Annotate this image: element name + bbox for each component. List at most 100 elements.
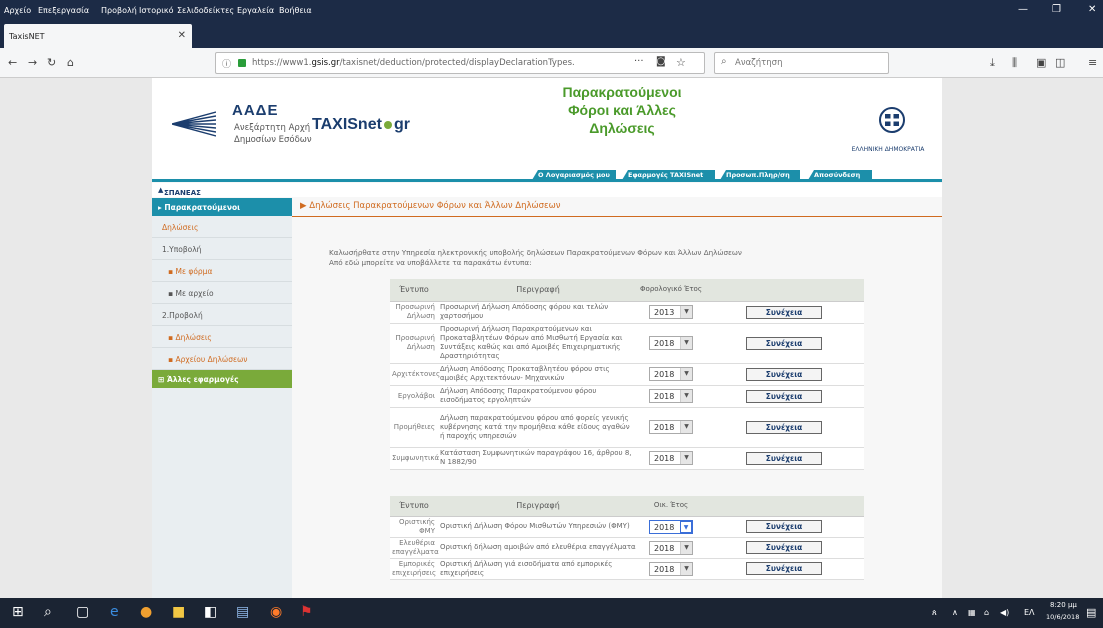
forward-icon[interactable]: → bbox=[28, 56, 37, 69]
language-indicator[interactable]: ΕΛ bbox=[1024, 608, 1035, 617]
close-tab-icon[interactable]: ✕ bbox=[178, 30, 186, 41]
home-icon[interactable]: ⌂ bbox=[67, 56, 74, 69]
info-icon[interactable]: ⓘ bbox=[222, 57, 231, 70]
year-select[interactable]: 2018 ▼ bbox=[649, 540, 693, 555]
sidebar-item-view-declarations[interactable]: ▪ Δηλώσεις bbox=[152, 326, 292, 348]
sidebar-item-with-form[interactable]: ▪ Με φόρμα bbox=[152, 260, 292, 282]
continue-button[interactable]: Συνέχεια bbox=[746, 367, 822, 381]
sidebar-icon[interactable]: ◫ bbox=[1055, 56, 1065, 69]
clock-time[interactable]: 8:20 μμ bbox=[1050, 601, 1077, 609]
year-select[interactable]: 2013 ▼ bbox=[649, 305, 693, 319]
bookmark-star-icon[interactable]: ☆ bbox=[676, 56, 686, 69]
year-select[interactable]: 2018 ▼ bbox=[649, 420, 693, 434]
site-title-line-2: Φόροι και Άλλες bbox=[568, 102, 676, 118]
page-title: ▶ Δηλώσεις Παρακρατούμενων Φόρων και Άλλ… bbox=[300, 201, 561, 211]
year-select[interactable]: 2018 ▼ bbox=[649, 561, 693, 576]
table1-row: Προσωρινή Δήλωση Προσωρινή Δήλωση Παρακρα… bbox=[390, 323, 864, 364]
chrome-icon[interactable]: ● bbox=[140, 604, 152, 620]
menu-tools[interactable]: Εργαλεία bbox=[237, 6, 274, 15]
search-icon[interactable]: ⌕ bbox=[44, 604, 52, 620]
forms-table-2: Έντυπο Περιγραφή Οικ. Έτος Οριστικής ΦΜΥ… bbox=[390, 496, 864, 580]
clock-date[interactable]: 10/6/2018 bbox=[1046, 613, 1079, 621]
chevron-down-icon: ▼ bbox=[680, 520, 692, 533]
aade-logo-icon bbox=[172, 106, 216, 142]
year-select[interactable]: 2018 ▼ bbox=[649, 519, 693, 534]
sidebar-item-declarations[interactable]: Δηλώσεις bbox=[152, 216, 292, 238]
battery-icon[interactable]: ⌂ bbox=[984, 608, 989, 617]
continue-button[interactable]: Συνέχεια bbox=[746, 305, 822, 319]
menu-help[interactable]: Βοήθεια bbox=[279, 6, 312, 15]
continue-button[interactable]: Συνέχεια bbox=[746, 541, 822, 554]
close-icon[interactable]: ✕ bbox=[1088, 4, 1096, 15]
chevron-down-icon: ▼ bbox=[680, 421, 692, 433]
year-select[interactable]: 2018 ▼ bbox=[649, 336, 693, 350]
continue-button[interactable]: Συνέχεια bbox=[746, 389, 822, 403]
library-icon[interactable]: ⫼ bbox=[1012, 56, 1017, 70]
url-text[interactable]: https://www1.gsis.gr/taxisnet/deduction/… bbox=[252, 58, 662, 68]
notifications-icon[interactable]: ▤ bbox=[1086, 606, 1096, 619]
taxisnet-logo: TAXISnet gr bbox=[312, 116, 410, 133]
chevron-down-icon: ▼ bbox=[680, 368, 692, 380]
outlook-icon[interactable]: ▤ bbox=[236, 604, 249, 620]
search-box[interactable]: ⌕ Αναζήτηση bbox=[714, 52, 889, 74]
file-explorer-icon[interactable]: ■ bbox=[172, 604, 185, 620]
maximize-icon[interactable]: ❐ bbox=[1052, 4, 1061, 15]
nav-bar: ← → ↻ ⌂ ⓘ https://www1.gsis.gr/taxisnet/… bbox=[0, 48, 1103, 78]
site-header: ΑΑΔΕ Ανεξάρτητη Αρχή Δημοσίων Εσόδων TAX… bbox=[152, 78, 942, 170]
menu-view[interactable]: Προβολή bbox=[101, 6, 137, 15]
year-select[interactable]: 2018 ▼ bbox=[649, 451, 693, 465]
sidebar: ▸ Παρακρατούμενοι Δηλώσεις 1.Υποβολή ▪ Μ… bbox=[152, 198, 292, 598]
year-select[interactable]: 2018 ▼ bbox=[649, 389, 693, 403]
sidebar-item-with-file[interactable]: ▪ Με αρχείο bbox=[152, 282, 292, 304]
menu-icon[interactable]: ≡ bbox=[1088, 56, 1097, 69]
extension-icon[interactable]: ▣ bbox=[1036, 56, 1046, 69]
browser-viewport: ΑΑΔΕ Ανεξάρτητη Αρχή Δημοσίων Εσόδων TAX… bbox=[0, 78, 1103, 598]
back-icon[interactable]: ← bbox=[8, 56, 17, 69]
continue-button[interactable]: Συνέχεια bbox=[746, 420, 822, 434]
firefox-icon[interactable]: ◉ bbox=[270, 604, 282, 620]
lock-icon bbox=[238, 59, 246, 67]
menu-bookmarks[interactable]: Σελιδοδείκτες bbox=[177, 6, 234, 15]
form-description: Κατάσταση Συμφωνητικών παραγράφου 16, άρ… bbox=[438, 447, 638, 470]
hellenic-republic-label: ΕΛΛΗΝΙΚΗ ΔΗΜΟΚΡΑΤΙΑ bbox=[851, 146, 925, 153]
minimize-icon[interactable]: — bbox=[1018, 4, 1028, 15]
browser-tab[interactable]: TaxisNET ✕ bbox=[4, 24, 192, 48]
tray-up-icon[interactable]: ∧ bbox=[952, 608, 958, 617]
reload-icon[interactable]: ↻ bbox=[47, 56, 56, 69]
nav-personal-info[interactable]: Προσωπ.Πληρ/ση bbox=[720, 170, 800, 180]
windows-start-icon[interactable]: ⊞ bbox=[12, 604, 24, 620]
menu-edit[interactable]: Επεξεργασία bbox=[38, 6, 89, 15]
task-view-icon[interactable]: ▢ bbox=[76, 604, 89, 620]
people-icon[interactable]: ጰ bbox=[932, 608, 937, 618]
network-icon[interactable]: ▦ bbox=[968, 608, 976, 617]
continue-button[interactable]: Συνέχεια bbox=[746, 562, 822, 575]
volume-icon[interactable]: ◀) bbox=[1000, 608, 1009, 617]
continue-button[interactable]: Συνέχεια bbox=[746, 520, 822, 533]
menu-file[interactable]: Αρχείο bbox=[4, 6, 31, 15]
chevron-down-icon: ▼ bbox=[680, 452, 692, 464]
pocket-icon[interactable]: ◙ bbox=[656, 56, 666, 67]
edge-icon[interactable]: e bbox=[110, 604, 119, 620]
url-bar[interactable]: ⓘ https://www1.gsis.gr/taxisnet/deductio… bbox=[215, 52, 705, 74]
menu-history[interactable]: Ιστορικό bbox=[139, 6, 174, 15]
sidebar-item-file-declarations[interactable]: ▪ Αρχείου Δηλώσεων bbox=[152, 348, 292, 370]
continue-button[interactable]: Συνέχεια bbox=[746, 336, 822, 350]
sidebar-item-submission[interactable]: 1.Υποβολή bbox=[152, 238, 292, 260]
aade-subtitle-1: Ανεξάρτητη Αρχή bbox=[234, 123, 311, 133]
page-actions-icon[interactable]: ··· bbox=[634, 56, 644, 67]
sidebar-item-view[interactable]: 2.Προβολή bbox=[152, 304, 292, 326]
year-select[interactable]: 2018 ▼ bbox=[649, 367, 693, 381]
sidebar-other-apps[interactable]: ⊞ Άλλες εφαρμογές bbox=[152, 370, 292, 388]
sidebar-section-withholding[interactable]: ▸ Παρακρατούμενοι bbox=[152, 198, 292, 216]
nav-taxisnet-apps[interactable]: Εφαρμογές TAXISnet bbox=[622, 170, 715, 180]
continue-button[interactable]: Συνέχεια bbox=[746, 451, 822, 465]
col-header-form: Έντυπο bbox=[390, 496, 438, 517]
acrobat-icon[interactable]: ⚑ bbox=[300, 604, 313, 620]
col-header-description: Περιγραφή bbox=[438, 279, 638, 302]
download-icon[interactable]: ⤓ bbox=[990, 56, 995, 70]
chevron-down-icon: ▼ bbox=[680, 541, 692, 554]
nav-my-account[interactable]: Ο Λογαριασμός μου bbox=[532, 170, 616, 180]
form-description: Οριστική Δήλωση γιά εισοδήματα από εμπορ… bbox=[438, 558, 638, 580]
store-icon[interactable]: ◧ bbox=[204, 604, 217, 620]
nav-logout[interactable]: Αποσύνδεση bbox=[808, 170, 872, 180]
